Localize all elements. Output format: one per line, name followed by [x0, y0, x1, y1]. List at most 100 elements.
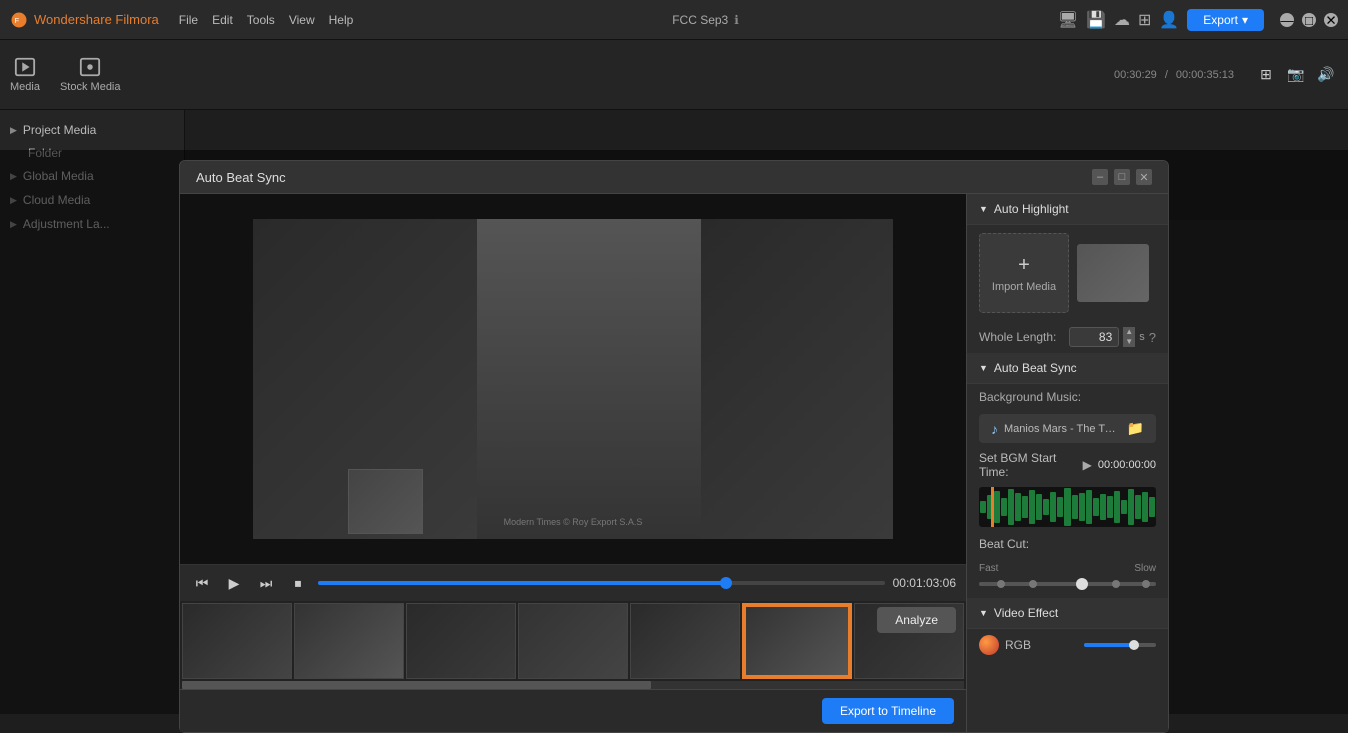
beat-marker-3 — [1112, 580, 1120, 588]
media-icon — [14, 56, 36, 78]
beat-cut-slider-row: Fast Slow — [967, 557, 1168, 598]
toolbar-stock-media[interactable]: Stock Media — [60, 56, 121, 93]
waveform-bar — [1128, 489, 1134, 525]
waveform-bar — [1142, 492, 1148, 522]
beat-thumb[interactable] — [1076, 578, 1088, 590]
waveform-bar — [994, 491, 1000, 523]
save-icon[interactable]: 💾 — [1086, 10, 1106, 30]
beat-cut-slider[interactable] — [979, 576, 1156, 592]
beat-cut-label: Beat Cut: — [979, 537, 1029, 551]
sidebar-item-project-media[interactable]: ▶ Project Media — [0, 118, 184, 142]
export-button[interactable]: Export ▾ — [1187, 9, 1264, 31]
video-effect-header[interactable]: ▼ Video Effect — [967, 598, 1168, 629]
preview-time-sep: / — [1165, 69, 1168, 81]
thumb-2 — [294, 603, 404, 679]
import-media-button[interactable]: + Import Media — [979, 233, 1069, 313]
arrow-icon-auto-beat-sync: ▼ — [979, 363, 988, 373]
topbar-center: FCC Sep3 ℹ — [373, 13, 1037, 27]
open-folder-button[interactable]: 📁 — [1127, 420, 1144, 437]
export-to-timeline-button[interactable]: Export to Timeline — [822, 698, 954, 724]
help-icon[interactable]: ? — [1149, 330, 1156, 345]
close-button[interactable]: ✕ — [1324, 13, 1338, 27]
stop-button[interactable]: ⏹ — [286, 571, 310, 595]
thumb-6-active — [742, 603, 852, 679]
preview-fit-btn[interactable]: ⊞ — [1254, 63, 1278, 87]
waveform-container[interactable] — [979, 487, 1156, 527]
thumb-1 — [182, 603, 292, 679]
beat-marker-2 — [1029, 580, 1037, 588]
minimize-button[interactable]: — — [1280, 13, 1294, 27]
analyze-button[interactable]: Analyze — [877, 607, 956, 633]
bgm-name: Manios Mars - The Tunning.m... — [1004, 423, 1121, 435]
user-icon[interactable]: 👤 — [1159, 10, 1179, 30]
preview-controls: ⊞ 📷 🔊 — [1254, 63, 1338, 87]
arrow-icon-project-media: ▶ — [10, 125, 17, 136]
dialog-maximize-button[interactable]: □ — [1114, 169, 1130, 185]
waveform-bar — [1135, 495, 1141, 519]
waveform-bar — [1072, 495, 1078, 519]
menu-tools[interactable]: Tools — [247, 13, 275, 27]
rgb-slider[interactable] — [1084, 643, 1157, 647]
auto-highlight-header[interactable]: ▼ Auto Highlight — [967, 194, 1168, 225]
bgm-time-display: ▶ 00:00:00:00 — [1083, 458, 1156, 472]
topbar: F Wondershare Filmora File Edit Tools Vi… — [0, 0, 1348, 40]
toolbar-media[interactable]: Media — [10, 56, 40, 93]
beat-cut-row: Beat Cut: — [967, 531, 1168, 557]
preview-time-pos: 00:30:29 — [1114, 69, 1157, 81]
waveform-bar — [1093, 498, 1099, 516]
dialog-close-button[interactable]: ✕ — [1136, 169, 1152, 185]
play-button[interactable]: ▶ — [222, 571, 246, 595]
menu-file[interactable]: File — [179, 13, 198, 27]
bgm-play-button[interactable]: ▶ — [1083, 458, 1092, 472]
menu-view[interactable]: View — [289, 13, 315, 27]
analyze-btn-container: Analyze — [877, 607, 956, 633]
window-controls: — □ ✕ — [1280, 13, 1338, 27]
timeline-scrub-fill — [182, 681, 651, 689]
playback-slider[interactable] — [318, 581, 885, 585]
menu-help[interactable]: Help — [329, 13, 354, 27]
skip-forward-button[interactable]: ⏭ — [254, 571, 278, 595]
fcc-label: FCC Sep3 ℹ — [672, 13, 739, 27]
thumb-3 — [406, 603, 516, 679]
preview-camera-btn[interactable]: 📷 — [1284, 63, 1308, 87]
whole-length-input-group: ▲ ▼ s ? — [1069, 327, 1156, 347]
waveform-bar — [1079, 493, 1085, 521]
waveform-bar — [1043, 499, 1049, 515]
right-panel: ▼ Auto Highlight + Import Media — [967, 194, 1168, 732]
grid-icon[interactable]: ⊞ — [1138, 10, 1151, 30]
plus-icon: + — [1018, 254, 1030, 277]
waveform-bar — [1149, 497, 1155, 517]
timeline-scrub[interactable] — [182, 681, 964, 689]
toolbar2: Media Stock Media 00:30:29 / 00:00:35:13… — [0, 40, 1348, 110]
monitor-icon: 🖥 — [1058, 10, 1078, 30]
waveform-bar — [980, 501, 986, 513]
waveform-bar — [1008, 489, 1014, 525]
beat-marker-4 — [1142, 580, 1150, 588]
whole-length-input[interactable] — [1069, 327, 1119, 347]
spin-down-button[interactable]: ▼ — [1123, 337, 1135, 347]
beat-cut-track — [979, 582, 1156, 586]
dialog-minimize-button[interactable]: – — [1092, 169, 1108, 185]
auto-beat-sync-header[interactable]: ▼ Auto Beat Sync — [967, 353, 1168, 384]
waveform-bar — [1121, 500, 1127, 514]
transport-time: 00:01:03:06 — [893, 576, 956, 590]
menu-edit[interactable]: Edit — [212, 13, 233, 27]
waveform-bar — [1050, 492, 1056, 522]
rgb-slider-fill — [1084, 643, 1135, 647]
cloud-icon[interactable]: ☁ — [1114, 10, 1130, 30]
spin-up-button[interactable]: ▲ — [1123, 327, 1135, 337]
sidebar-project-media-label: Project Media — [23, 123, 96, 137]
export-label: Export — [1203, 13, 1238, 27]
video-area: Modern Times © Roy Export S.A.S — [180, 194, 966, 564]
dialog-title: Auto Beat Sync — [196, 170, 286, 185]
maximize-button[interactable]: □ — [1302, 13, 1316, 27]
thumb-4 — [518, 603, 628, 679]
waveform-bar — [1022, 496, 1028, 518]
dialog-titlebar: Auto Beat Sync – □ ✕ — [180, 161, 1168, 194]
skip-back-button[interactable]: ⏮ — [190, 571, 214, 595]
waveform-bar — [1015, 493, 1021, 521]
waveform-bar — [1001, 498, 1007, 516]
preview-audio-btn[interactable]: 🔊 — [1314, 63, 1338, 87]
spin-buttons: ▲ ▼ — [1123, 327, 1135, 347]
waveform-bar — [1114, 491, 1120, 523]
